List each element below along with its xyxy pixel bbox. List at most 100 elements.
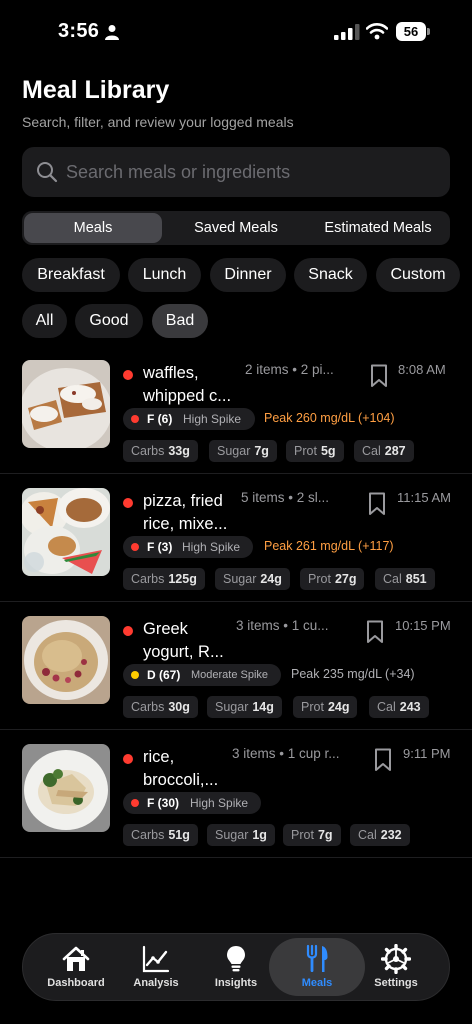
grade-score: F (3) [147, 540, 173, 554]
grade-indicator-dot [123, 498, 133, 508]
protein-tag: Prot 24g [293, 696, 358, 718]
meal-name: rice, broccoli,... [143, 748, 219, 789]
line-chart-icon [142, 945, 170, 973]
tab-label: Dashboard [47, 977, 105, 989]
meal-photo [22, 616, 110, 704]
fork-knife-icon [306, 944, 328, 972]
carbs-tag: Carbs 33g [123, 440, 198, 462]
carbs-tag: Carbs 125g [123, 568, 205, 590]
peak-glucose: Peak 260 mg/dL (+104) [264, 411, 395, 425]
grade-pill: F (3) High Spike [123, 536, 253, 558]
grade-pill: F (30) High Spike [123, 792, 261, 814]
tab-analysis[interactable]: Analysis [113, 934, 199, 1000]
filter-chip-snack[interactable]: Snack [294, 258, 367, 292]
grade-pill-dot [131, 671, 139, 679]
page-subtitle: Search, filter, and review your logged m… [22, 114, 294, 130]
gear-icon [381, 944, 411, 974]
cellular-signal-icon [334, 24, 360, 40]
battery-icon: 56 [396, 22, 430, 41]
lightbulb-icon [227, 946, 245, 972]
meal-item-summary: 3 items • 1 cup r... [232, 746, 340, 761]
meal-photo [22, 744, 110, 832]
meal-card[interactable]: pizza, fried rice, mixe... 5 items • 2 s… [0, 474, 472, 602]
peak-glucose: Peak 261 mg/dL (+117) [264, 539, 394, 553]
meal-time: 10:15 PM [395, 618, 451, 633]
page-title: Meal Library [22, 76, 170, 104]
grade-indicator-dot [123, 754, 133, 764]
meal-item-summary: 3 items • 1 cu... [236, 618, 329, 633]
tab-label: Analysis [133, 977, 179, 989]
tab-insights[interactable]: Insights [193, 934, 279, 1000]
tab-dashboard[interactable]: Dashboard [33, 934, 119, 1000]
carbs-tag: Carbs 30g [123, 696, 198, 718]
meal-time: 9:11 PM [403, 746, 451, 761]
spike-label: High Spike [190, 796, 249, 810]
search-icon [37, 162, 58, 183]
grade-score: F (6) [147, 412, 173, 426]
segment-estimated-meals[interactable]: Estimated Meals [308, 213, 448, 243]
bottom-tab-bar: Dashboard Analysis Insights Meals Settin… [22, 933, 450, 1001]
meal-card[interactable]: waffles, whipped c... 2 items • 2 pi... … [0, 346, 472, 474]
meal-photo [22, 360, 110, 448]
status-bar: 3:56 56 [0, 0, 472, 64]
tab-label: Insights [214, 977, 258, 989]
segment-meals[interactable]: Meals [24, 213, 162, 243]
grade-pill-dot [131, 415, 139, 423]
calories-tag: Cal 232 [350, 824, 410, 846]
filter-chip-bad[interactable]: Bad [152, 304, 208, 338]
sugar-tag: Sugar 24g [215, 568, 290, 590]
tab-label: Meals [301, 977, 333, 989]
grade-pill-dot [131, 799, 139, 807]
calories-tag: Cal 851 [375, 568, 435, 590]
filter-chip-lunch[interactable]: Lunch [128, 258, 201, 292]
battery-level: 56 [396, 22, 426, 41]
sugar-tag: Sugar 1g [207, 824, 275, 846]
bookmark-icon[interactable] [374, 748, 392, 772]
person-icon [105, 25, 119, 40]
spike-label: Moderate Spike [191, 669, 269, 681]
meal-time: 8:08 AM [398, 362, 446, 377]
sugar-tag: Sugar 7g [209, 440, 277, 462]
calories-tag: Cal 243 [369, 696, 429, 718]
wifi-icon [366, 23, 388, 40]
meal-source-segmented-control: Meals Saved Meals Estimated Meals [22, 211, 450, 245]
grade-score: F (30) [147, 796, 180, 810]
meal-photo [22, 488, 110, 576]
status-time: 3:56 [58, 20, 100, 42]
carbs-tag: Carbs 51g [123, 824, 198, 846]
filter-chip-custom[interactable]: Custom [376, 258, 460, 292]
tab-label: Settings [374, 977, 418, 989]
grade-pill: F (6) High Spike [123, 408, 255, 430]
grade-pill-dot [131, 543, 139, 551]
meal-time: 11:15 AM [397, 490, 451, 505]
meal-name: Greek yogurt, R... [143, 620, 224, 661]
grade-score: D (67) [147, 668, 181, 682]
grade-pill: D (67) Moderate Spike [123, 664, 281, 686]
meal-item-summary: 5 items • 2 sl... [241, 490, 330, 505]
bookmark-icon[interactable] [366, 620, 384, 644]
tab-settings[interactable]: Settings [353, 934, 439, 1000]
segment-saved-meals[interactable]: Saved Meals [166, 213, 306, 243]
filter-chip-good[interactable]: Good [75, 304, 143, 338]
spike-label: High Spike [183, 412, 242, 426]
meal-name: pizza, fried rice, mixe... [143, 492, 228, 533]
protein-tag: Prot 5g [286, 440, 344, 462]
filter-chip-breakfast[interactable]: Breakfast [22, 258, 120, 292]
grade-indicator-dot [123, 370, 133, 380]
peak-glucose: Peak 235 mg/dL (+34) [291, 667, 415, 681]
search-input[interactable] [66, 147, 436, 197]
filter-chip-all[interactable]: All [22, 304, 67, 338]
meal-card[interactable]: rice, broccoli,... 3 items • 1 cup r... … [0, 730, 472, 858]
sugar-tag: Sugar 14g [207, 696, 282, 718]
search-box[interactable] [22, 147, 450, 197]
filter-chip-dinner[interactable]: Dinner [210, 258, 286, 292]
meal-name: waffles, whipped c... [143, 364, 232, 405]
bookmark-icon[interactable] [370, 364, 388, 388]
protein-tag: Prot 7g [283, 824, 341, 846]
protein-tag: Prot 27g [300, 568, 365, 590]
bookmark-icon[interactable] [368, 492, 386, 516]
calories-tag: Cal 287 [354, 440, 414, 462]
spike-label: High Spike [182, 540, 241, 554]
tab-meals[interactable]: Meals [269, 938, 365, 996]
meal-card[interactable]: Greek yogurt, R... 3 items • 1 cu... 10:… [0, 602, 472, 730]
